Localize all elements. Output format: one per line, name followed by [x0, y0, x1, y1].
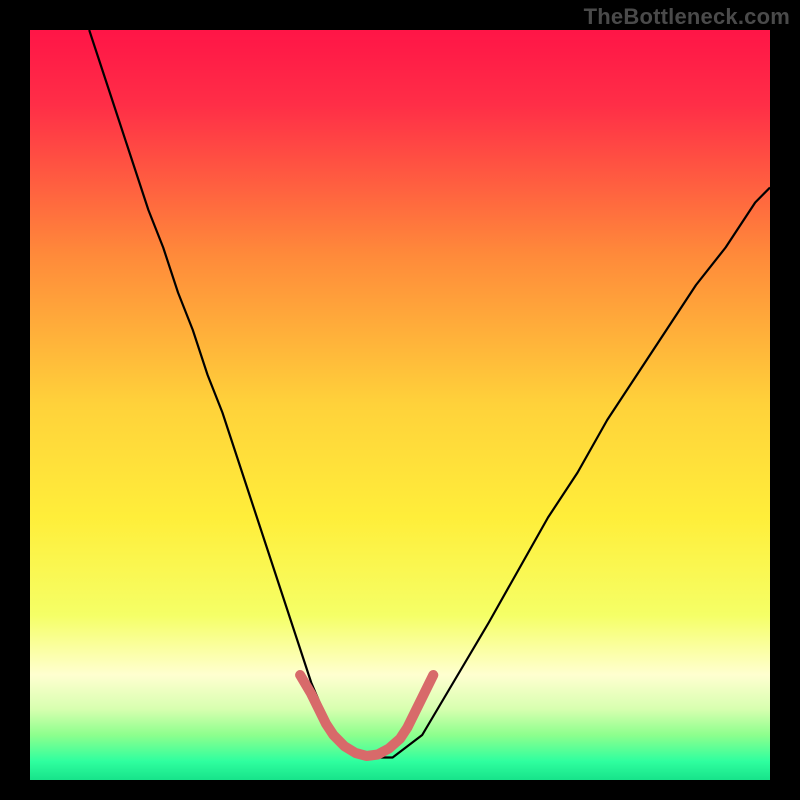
chart-frame: TheBottleneck.com — [0, 0, 800, 800]
plot-area — [30, 30, 770, 780]
background-gradient — [30, 30, 770, 780]
watermark-text: TheBottleneck.com — [584, 4, 790, 30]
